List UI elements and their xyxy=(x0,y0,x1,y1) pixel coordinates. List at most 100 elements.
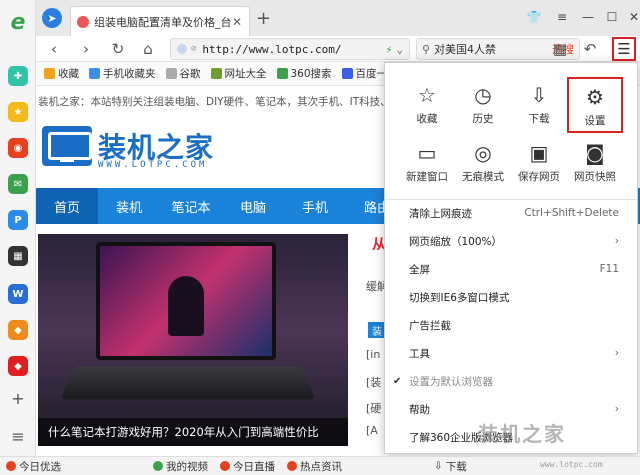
menu-history[interactable]: ◷ 历史 xyxy=(455,77,511,133)
menu-favorites[interactable]: ☆ 收藏 xyxy=(399,77,455,133)
bookmark-baidu-icon xyxy=(341,68,353,79)
shortcut-label: Ctrl+Shift+Delete xyxy=(524,207,619,219)
sidebar-menu-icon[interactable]: ≡ xyxy=(8,426,28,446)
live-icon xyxy=(220,461,230,471)
back-icon[interactable]: ‹ xyxy=(44,39,64,59)
sidebar-p-app-icon[interactable]: P xyxy=(8,210,28,230)
menu-download[interactable]: ⇩ 下载 xyxy=(511,77,567,133)
new-tab-icon[interactable]: + xyxy=(256,8,271,29)
side-line[interactable]: [装 xyxy=(366,374,381,390)
camera-icon: ◙ xyxy=(585,141,605,165)
status-live[interactable]: 今日直播 xyxy=(214,459,281,474)
sidebar-mail-icon[interactable]: ✉ xyxy=(8,174,28,194)
nav-laptop[interactable]: 笔记本 xyxy=(160,188,222,224)
favicon-icon xyxy=(77,15,89,28)
download-icon: ⇩ xyxy=(434,460,443,472)
bookmark-google-icon xyxy=(165,68,177,79)
undo-icon[interactable]: ↶ xyxy=(580,39,600,59)
side-line[interactable]: [A xyxy=(366,424,378,437)
menu-new-window[interactable]: ▭ 新建窗口 xyxy=(399,135,455,191)
apps-grid-icon[interactable]: ▦ xyxy=(550,39,570,59)
minimize-icon[interactable]: — xyxy=(578,8,598,26)
nav-computer[interactable]: 电脑 xyxy=(222,188,284,224)
watermark-text: 装机之家 xyxy=(478,422,566,446)
main-menu-dropdown: ☆ 收藏 ◷ 历史 ⇩ 下载 ⚙ 设置 ▭ 新建窗口 ◎ 无痕模式 ▣ 保存网页… xyxy=(384,62,638,454)
tab-active[interactable]: 组装电脑配置清单及价格_台式电脑 ✕ xyxy=(70,6,250,36)
bookmark-item[interactable]: 手机收藏夹 xyxy=(89,66,156,81)
star-icon: ☆ xyxy=(418,83,436,107)
blocked-icon: ⊘ xyxy=(191,44,197,54)
refresh-icon[interactable]: ↻ xyxy=(108,39,128,59)
chevron-right-icon: › xyxy=(614,235,619,247)
picks-icon xyxy=(6,461,16,471)
gear-icon: ⚙ xyxy=(586,85,604,109)
sidebar-plus-app-icon[interactable]: ✚ xyxy=(8,66,28,86)
close-window-icon[interactable]: ✕ xyxy=(624,8,640,26)
menu-save-page[interactable]: ▣ 保存网页 xyxy=(511,135,567,191)
news-icon xyxy=(287,461,297,471)
menu-default-browser[interactable]: ✔ 设置为默认浏览器 xyxy=(385,367,637,395)
bookmark-star-icon xyxy=(44,68,55,79)
menu-settings[interactable]: ⚙ 设置 xyxy=(567,77,623,133)
speed-icon[interactable]: ⚡ xyxy=(386,43,393,56)
security-icon xyxy=(177,44,187,54)
status-download[interactable]: ⇩ 下载 xyxy=(428,459,473,474)
menu-incognito[interactable]: ◎ 无痕模式 xyxy=(455,135,511,191)
nav-home[interactable]: 首页 xyxy=(36,188,98,224)
menu-ad-block[interactable]: 广告拦截 xyxy=(385,311,637,339)
site-intro-text: 装机之家：本站特别关注组装电脑、DIY硬件、笔记本，其次手机、IT科技、数 xyxy=(38,96,402,108)
menu-zoom[interactable]: 网页缩放（100%） › xyxy=(385,227,637,255)
window-menu-icon[interactable]: ≡ xyxy=(552,8,572,26)
main-menu-button[interactable]: ☰ xyxy=(612,37,636,61)
nav-phone[interactable]: 手机 xyxy=(284,188,346,224)
status-my-videos[interactable]: 我的视频 xyxy=(147,459,214,474)
site-logo-icon[interactable] xyxy=(42,126,92,166)
address-toolbar: ‹ › ↻ ⌂ ⊘ http://www.lotpc.com/ ⚡ ⌄ ⚲ 对美… xyxy=(36,36,640,62)
nav-build[interactable]: 装机 xyxy=(98,188,160,224)
download-icon: ⇩ xyxy=(530,83,548,107)
menu-clear-history[interactable]: 清除上网痕迹 Ctrl+Shift+Delete xyxy=(385,199,637,227)
search-icon: ⚲ xyxy=(422,42,431,56)
side-line[interactable]: [in xyxy=(366,348,380,361)
bookmark-item[interactable]: 360搜索 xyxy=(276,66,332,81)
hero-banner[interactable]: 什么笔记本打游戏好用？2020年从入门到高端性价比 xyxy=(38,234,348,446)
chevron-right-icon: › xyxy=(614,347,619,359)
address-dropdown-icon[interactable]: ⌄ xyxy=(396,43,403,56)
hero-caption[interactable]: 什么笔记本打游戏好用？2020年从入门到高端性价比 xyxy=(38,418,348,446)
clock-icon: ◷ xyxy=(474,83,492,107)
laptop-image xyxy=(96,242,276,360)
bookmark-phone-icon xyxy=(89,68,100,79)
search-query: 对美国4人禁 xyxy=(434,43,497,56)
tab-close-icon[interactable]: ✕ xyxy=(231,15,243,29)
menu-snapshot[interactable]: ◙ 网页快照 xyxy=(567,135,623,191)
sidebar-favorites-icon[interactable]: ★ xyxy=(8,102,28,122)
forward-icon[interactable]: › xyxy=(76,39,96,59)
sidebar-weibo-icon[interactable]: ◉ xyxy=(8,138,28,158)
bookmark-item[interactable]: 网址大全 xyxy=(210,66,267,81)
maximize-icon[interactable]: ☐ xyxy=(602,8,622,26)
menu-tools[interactable]: 工具 › xyxy=(385,339,637,367)
address-bar[interactable]: ⊘ http://www.lotpc.com/ ⚡ ⌄ xyxy=(170,38,410,60)
sidebar-app-orange-icon[interactable]: ◆ xyxy=(8,320,28,340)
bookmark-item[interactable]: 收藏 xyxy=(44,66,79,81)
sidebar-app-red-icon[interactable]: ◆ xyxy=(8,356,28,376)
address-url: http://www.lotpc.com/ xyxy=(202,42,342,56)
skin-icon[interactable]: 👕 xyxy=(524,8,544,26)
chevron-right-icon: › xyxy=(614,403,619,415)
sidebar-tool-icon[interactable]: ▦ xyxy=(8,246,28,266)
sidebar-word-icon[interactable]: W xyxy=(8,284,28,304)
bookmark-item[interactable]: 谷歌 xyxy=(165,66,201,81)
sidebar-add-icon[interactable]: + xyxy=(8,388,28,408)
bookmark-directory-icon xyxy=(210,68,222,79)
browser-logo-icon[interactable]: e xyxy=(6,10,30,35)
navigate-icon[interactable]: ➤ xyxy=(42,8,62,28)
home-icon[interactable]: ⌂ xyxy=(138,39,158,59)
menu-fullscreen[interactable]: 全屏 F11 xyxy=(385,255,637,283)
tab-title: 组装电脑配置清单及价格_台式电脑 xyxy=(94,15,231,29)
status-daily-picks[interactable]: 今日优选 xyxy=(0,459,67,474)
window-icon: ▭ xyxy=(417,141,437,165)
menu-ie6-mode[interactable]: 切换到IE6多窗口模式 xyxy=(385,283,637,311)
laptop-keyboard-image xyxy=(60,366,316,400)
status-news[interactable]: 热点资讯 xyxy=(281,459,348,474)
side-line[interactable]: [硬 xyxy=(366,400,381,416)
